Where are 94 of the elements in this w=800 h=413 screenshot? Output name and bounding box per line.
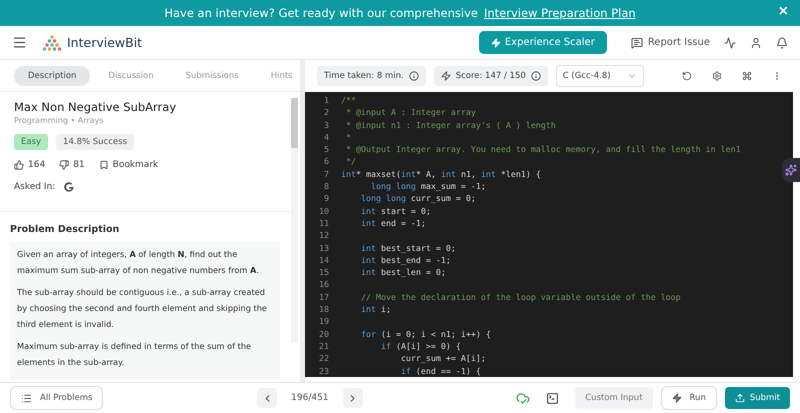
report-issue-button[interactable]: Report Issue — [630, 36, 710, 48]
description-paragraph: The sub-array should be contiguous i.e., a sub-array created by choosing the second and fourth element and skipping the third element is invalid. — [17, 286, 268, 331]
code-line: * — [344, 130, 351, 144]
code-line: curr_sum += A[i]; — [400, 352, 486, 365]
description-paragraph: Given an array of integers, A of length N, find out the maximum sum sub-array of non negative numbers from A. — [17, 248, 260, 277]
logo-text: InterviewBit — [67, 35, 142, 50]
line-number: 13 — [318, 242, 330, 254]
notification-icon[interactable] — [776, 36, 788, 48]
problem-title: Max Non Negative SubArray — [14, 100, 178, 114]
settings-icon — [712, 71, 722, 81]
google-icon — [63, 181, 76, 193]
line-number: 6 — [323, 155, 330, 168]
list-icon — [21, 392, 32, 404]
language-select[interactable]: C (Gcc-4.8) — [556, 65, 644, 87]
code-line: int* maxset(int* A, int n1, int *len1) { — [341, 168, 541, 180]
line-number: 9 — [323, 192, 330, 205]
line-number: 4 — [323, 130, 330, 144]
activity-icon[interactable] — [724, 36, 736, 48]
previous-button[interactable] — [257, 388, 278, 408]
line-number: 16 — [318, 278, 330, 291]
code-line: // Move the declaration of the loop variable outside of the loop — [360, 290, 681, 304]
run-button[interactable]: Run — [660, 386, 717, 410]
line-number: 17 — [318, 290, 330, 304]
line-number: 8 — [323, 180, 330, 192]
menu-icon[interactable] — [12, 35, 27, 50]
info-icon — [408, 71, 419, 81]
code-line: long long max_sum = -1; — [370, 180, 486, 192]
time-taken-text: Time taken: 8 min. — [324, 71, 404, 81]
line-number: 11 — [318, 216, 330, 230]
bolt-icon — [440, 71, 451, 81]
code-editor[interactable] — [305, 92, 793, 377]
code-line: if (A[i] >= 0) { — [380, 340, 461, 352]
like-button[interactable]: 164 — [14, 160, 46, 170]
code-line: int start = 0; — [360, 204, 431, 217]
code-line: int best_len = 0; — [360, 266, 446, 278]
section-title: Problem Description — [10, 224, 120, 235]
line-number: 22 — [318, 352, 330, 365]
user-icon[interactable] — [750, 36, 762, 48]
code-line: int end = -1; — [360, 216, 426, 230]
upload-icon — [734, 393, 745, 403]
code-line: */ — [344, 155, 356, 168]
line-number: 1 — [323, 94, 330, 106]
line-number: 21 — [318, 340, 330, 352]
thumbs-down-icon — [59, 160, 70, 170]
code-line: int best_end = -1; — [360, 254, 451, 266]
line-number: 14 — [318, 254, 330, 266]
code-line: * @input A : Integer array — [344, 106, 476, 119]
code-line: for (i = 0; i < n1; i++) { — [360, 328, 491, 340]
tab[interactable]: Description — [14, 66, 90, 86]
description-paragraph: Maximum sub-array is defined in terms of the sum of the elements in the sub-array. — [17, 340, 252, 369]
code-line: int best_start = 0; — [360, 242, 456, 254]
message-icon — [630, 36, 643, 48]
bookmark-icon — [98, 160, 109, 170]
line-number: 18 — [318, 303, 330, 316]
all-problems-button[interactable]: All Problems — [10, 386, 104, 410]
line-number: 20 — [318, 328, 330, 340]
reset-icon — [682, 71, 692, 81]
bookmark-button[interactable]: Bookmark — [98, 160, 158, 170]
submit-button[interactable]: Submit — [724, 387, 790, 409]
cloud-check-icon — [516, 391, 530, 405]
custom-input-button[interactable]: Custom Input — [575, 387, 653, 409]
line-number: 10 — [318, 204, 330, 217]
line-number: 7 — [323, 168, 330, 180]
info-icon — [530, 71, 541, 81]
line-number: 23 — [318, 364, 330, 377]
thumbs-up-icon — [14, 160, 24, 170]
code-line: long long curr_sum = 0; — [360, 192, 476, 205]
score-text: Score: 147 / 150 — [456, 71, 526, 81]
asked-in-label: Asked In: — [14, 182, 56, 192]
ai-assistant-button[interactable] — [782, 158, 800, 182]
problem-position: 196/451 — [291, 393, 329, 403]
terminal-icon[interactable] — [546, 392, 560, 404]
code-line: * @input n1 : Integer array's ( A ) length — [344, 118, 556, 131]
logo-icon — [41, 34, 63, 50]
command-icon — [742, 71, 752, 81]
dislike-button[interactable]: 81 — [59, 160, 85, 170]
code-line: if (end == -1) { — [400, 364, 481, 377]
line-number: 12 — [318, 229, 330, 242]
code-line: * @Output Integer array. You need to malloc memory, and fill the length in len1 — [344, 143, 741, 156]
difficulty-badge: Easy — [14, 134, 48, 150]
line-number: 2 — [323, 106, 330, 119]
code-line: int i; — [360, 303, 391, 316]
sparkles-icon — [785, 164, 797, 176]
next-button[interactable] — [342, 388, 363, 408]
banner-text: Have an interview? Get ready with our comprehensive — [164, 6, 478, 20]
breadcrumb: Programming • Arrays — [14, 116, 104, 125]
bolt-icon — [672, 393, 682, 403]
code-line: /** — [341, 94, 356, 106]
line-number: 15 — [318, 266, 330, 278]
bolt-icon — [490, 38, 501, 48]
line-number: 19 — [318, 315, 330, 328]
line-number: 5 — [323, 143, 330, 156]
line-number: 3 — [323, 118, 330, 131]
success-rate-badge: 14.8% Success — [56, 134, 134, 150]
